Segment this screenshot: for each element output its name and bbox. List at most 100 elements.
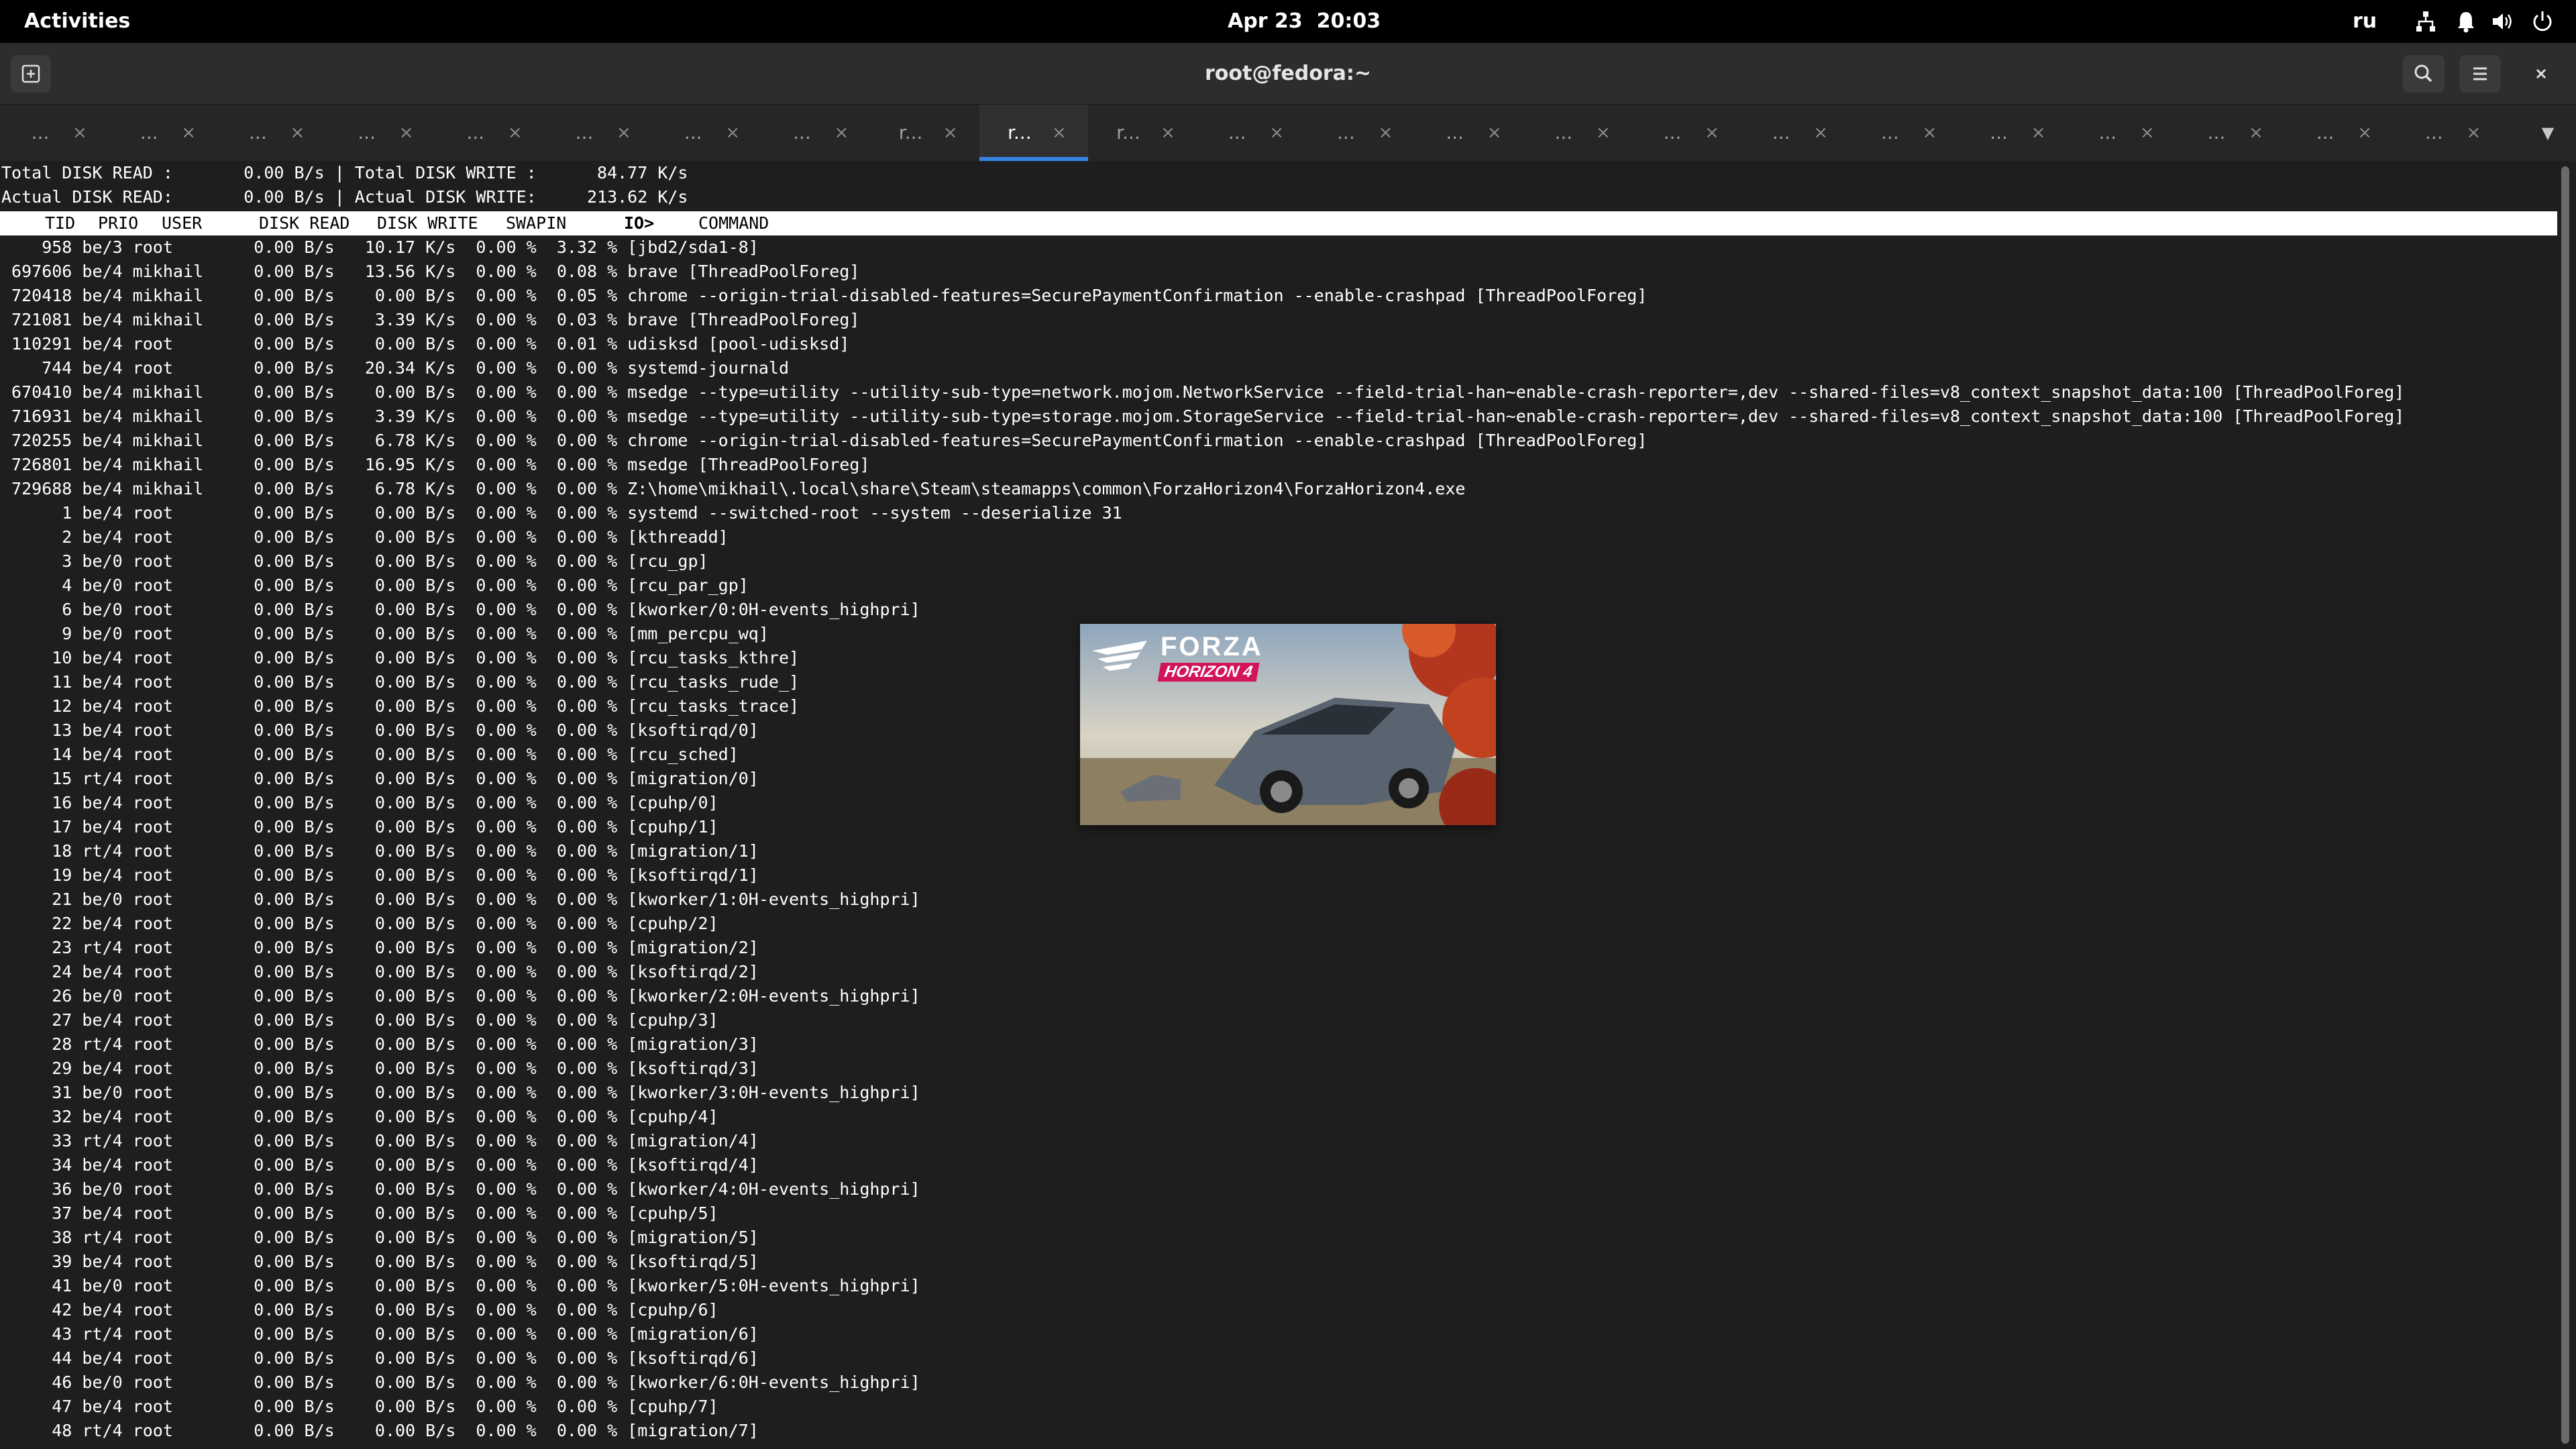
tab-close-icon[interactable]: × — [396, 105, 417, 161]
new-tab-button[interactable] — [11, 55, 51, 93]
tab-close-icon[interactable]: × — [1811, 105, 1831, 161]
process-row: 18 rt/4 root 0.00 B/s 0.00 B/s 0.00 % 0.… — [1, 841, 759, 861]
process-row: 44 be/4 root 0.00 B/s 0.00 B/s 0.00 % 0.… — [1, 1348, 759, 1368]
process-row: 726801 be/4 mikhail 0.00 B/s 16.95 K/s 0… — [1, 455, 870, 474]
process-row: 41 be/0 root 0.00 B/s 0.00 B/s 0.00 % 0.… — [1, 1276, 920, 1295]
col-command: COMMAND — [698, 213, 769, 233]
tab-label: ... — [2207, 121, 2226, 144]
tab-1[interactable]: ... × — [109, 105, 217, 161]
tab-close-icon[interactable]: × — [2355, 105, 2375, 161]
search-button[interactable] — [2403, 55, 2445, 93]
process-row: 744 be/4 root 0.00 B/s 20.34 K/s 0.00 % … — [1, 358, 789, 378]
tab-8[interactable]: r... × — [871, 105, 979, 161]
tab-5[interactable]: ... × — [544, 105, 653, 161]
tab-close-icon[interactable]: × — [1919, 105, 1939, 161]
tab-close-icon[interactable]: × — [614, 105, 634, 161]
tab-label: r... — [1007, 121, 1032, 144]
tab-2[interactable]: ... × — [217, 105, 326, 161]
window-title: root@fedora:~ — [1204, 62, 1371, 85]
tab-label: ... — [1554, 121, 1573, 144]
tab-14[interactable]: ... × — [1523, 105, 1632, 161]
tab-close-icon[interactable]: × — [1267, 105, 1287, 161]
tab-12[interactable]: ... × — [1305, 105, 1414, 161]
process-row: 720255 be/4 mikhail 0.00 B/s 6.78 K/s 0.… — [1, 431, 1648, 450]
terminal-scrollbar[interactable] — [2561, 166, 2569, 1444]
tab-15[interactable]: ... × — [1632, 105, 1741, 161]
tab-close-icon[interactable]: × — [941, 105, 961, 161]
tab-close-icon[interactable]: × — [2137, 105, 2157, 161]
process-row: 721081 be/4 mikhail 0.00 B/s 3.39 K/s 0.… — [1, 310, 860, 329]
keyboard-layout-indicator[interactable]: ru — [2353, 0, 2377, 43]
tab-close-icon[interactable]: × — [2463, 105, 2483, 161]
window-close-button[interactable] — [2525, 58, 2557, 90]
tab-18[interactable]: ... × — [1959, 105, 2068, 161]
col-prio: PRIO — [98, 213, 139, 233]
tab-label: ... — [1881, 121, 1899, 144]
process-row: 15 rt/4 root 0.00 B/s 0.00 B/s 0.00 % 0.… — [1, 769, 759, 788]
tab-19[interactable]: ... × — [2068, 105, 2176, 161]
tab-close-icon[interactable]: × — [2246, 105, 2266, 161]
tab-label: r... — [1116, 121, 1140, 144]
tab-7[interactable]: ... × — [761, 105, 870, 161]
tabs-dropdown-icon[interactable]: ▼ — [2533, 105, 2563, 161]
process-row: 17 be/4 root 0.00 B/s 0.00 B/s 0.00 % 0.… — [1, 817, 718, 837]
power-icon[interactable] — [2530, 9, 2555, 34]
col-tid: TID — [45, 213, 76, 233]
tab-16[interactable]: ... × — [1741, 105, 1849, 161]
main-menu-button[interactable] — [2459, 55, 2501, 93]
tab-close-icon[interactable]: × — [1485, 105, 1505, 161]
process-row: 28 rt/4 root 0.00 B/s 0.00 B/s 0.00 % 0.… — [1, 1034, 759, 1054]
process-row: 37 be/4 root 0.00 B/s 0.00 B/s 0.00 % 0.… — [1, 1203, 718, 1223]
tab-close-icon[interactable]: × — [722, 105, 743, 161]
col-user: USER — [162, 213, 203, 233]
tab-17[interactable]: ... × — [1849, 105, 1958, 161]
process-row: 9 be/0 root 0.00 B/s 0.00 B/s 0.00 % 0.0… — [1, 624, 769, 643]
process-row: 6 be/0 root 0.00 B/s 0.00 B/s 0.00 % 0.0… — [1, 600, 920, 619]
process-row: 14 be/4 root 0.00 B/s 0.00 B/s 0.00 % 0.… — [1, 745, 739, 764]
process-row: 47 be/4 root 0.00 B/s 0.00 B/s 0.00 % 0.… — [1, 1397, 718, 1416]
notification-icon[interactable] — [2454, 9, 2478, 34]
tab-11[interactable]: ... × — [1197, 105, 1305, 161]
tab-label: ... — [1772, 121, 1790, 144]
process-row: 42 be/4 root 0.00 B/s 0.00 B/s 0.00 % 0.… — [1, 1300, 718, 1320]
forza-artwork — [1080, 624, 1496, 825]
tab-0[interactable]: ... × — [0, 105, 109, 161]
tab-13[interactable]: ... × — [1415, 105, 1523, 161]
tab-20[interactable]: ... × — [2176, 105, 2285, 161]
process-row: 729688 be/4 mikhail 0.00 B/s 6.78 K/s 0.… — [1, 479, 1466, 498]
tab-close-icon[interactable]: × — [1158, 105, 1178, 161]
tab-close-icon[interactable]: × — [831, 105, 851, 161]
tab-close-icon[interactable]: × — [1375, 105, 1395, 161]
network-icon[interactable] — [2414, 9, 2438, 34]
tab-22[interactable]: ... × — [2394, 105, 2502, 161]
tab-close-icon[interactable]: × — [505, 105, 525, 161]
tab-close-icon[interactable]: × — [2029, 105, 2049, 161]
clock[interactable]: Apr 23 20:03 — [1228, 0, 1381, 43]
volume-icon[interactable] — [2490, 9, 2514, 34]
tab-close-icon[interactable]: × — [178, 105, 199, 161]
process-row: 720418 be/4 mikhail 0.00 B/s 0.00 B/s 0.… — [1, 286, 1648, 305]
tab-9[interactable]: r... × — [979, 105, 1088, 161]
tab-21[interactable]: ... × — [2285, 105, 2394, 161]
actual-disk-summary: Actual DISK READ: 0.00 B/s | Actual DISK… — [1, 187, 688, 207]
col-swapin: SWAPIN — [506, 213, 567, 233]
tab-close-icon[interactable]: × — [70, 105, 90, 161]
process-row: 3 be/0 root 0.00 B/s 0.00 B/s 0.00 % 0.0… — [1, 551, 708, 571]
forza-logo-text: FORZA — [1161, 632, 1263, 661]
tab-close-icon[interactable]: × — [1593, 105, 1613, 161]
tab-label: ... — [249, 121, 267, 144]
tab-10[interactable]: r... × — [1088, 105, 1197, 161]
tab-close-icon[interactable]: × — [1702, 105, 1722, 161]
tab-close-icon[interactable]: × — [287, 105, 307, 161]
tab-6[interactable]: ... × — [653, 105, 761, 161]
process-row: 697606 be/4 mikhail 0.00 B/s 13.56 K/s 0… — [1, 262, 860, 281]
tab-bar: ... ×... ×... ×... ×... ×... ×... ×... × r... × r..… — [0, 105, 2576, 161]
process-row: 16 be/4 root 0.00 B/s 0.00 B/s 0.00 % 0.… — [1, 793, 718, 812]
tab-close-icon[interactable]: × — [1049, 105, 1069, 161]
process-row: 2 be/4 root 0.00 B/s 0.00 B/s 0.00 % 0.0… — [1, 527, 729, 547]
tab-3[interactable]: ... × — [327, 105, 435, 161]
tab-label: ... — [1663, 121, 1682, 144]
tab-4[interactable]: ... × — [435, 105, 544, 161]
activities-button[interactable]: Activities — [24, 0, 130, 43]
tab-label: ... — [793, 121, 811, 144]
